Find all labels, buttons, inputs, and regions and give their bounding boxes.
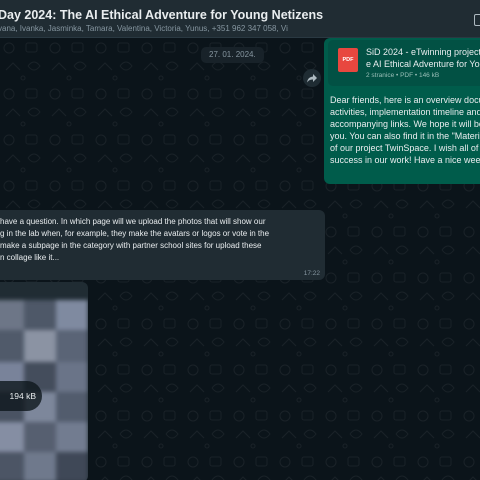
message-line: make a subpage in the category with part… (0, 241, 262, 250)
message-timestamp: 17:22 (303, 270, 320, 277)
pdf-file-name[interactable]: SiD 2024 - eTwinning project - e AI Ethi… (366, 47, 480, 70)
header-edge-icon[interactable] (474, 14, 480, 26)
message-line: have a question. In which page will we u… (0, 217, 266, 226)
message-line: of our project TwinSpace. I wish all of (330, 143, 479, 153)
message-line: Dear friends, here is an overview docu (330, 95, 480, 105)
pdf-icon: PDF (338, 48, 358, 72)
message-line: g in the lab when, for example, they mak… (0, 229, 270, 238)
forward-button[interactable] (303, 69, 321, 87)
message-list[interactable]: 27. 01. 2024. PDF SiD 2024 - eTwinning p… (0, 38, 480, 480)
message-line: n collage like it... (0, 253, 60, 262)
incoming-message-text: have a question. In which page will we u… (0, 216, 269, 264)
message-line: success in our work! Have a nice week (330, 155, 480, 165)
chat-title: Day 2024: The AI Ethical Adventure for Y… (0, 8, 324, 22)
incoming-message[interactable]: have a question. In which page will we u… (0, 210, 325, 280)
pdf-file-name-line: e AI Ethical Adventure for Young (366, 58, 480, 69)
date-divider: 27. 01. 2024. (201, 47, 264, 63)
pdf-icon-label: PDF (342, 57, 354, 63)
chat-member-list: vana, Ivanka, Jasminka, Tamara, Valentin… (0, 24, 288, 33)
forward-icon (307, 74, 317, 83)
download-size-badge[interactable]: 194 kB (0, 381, 42, 411)
pdf-file-name-line: SiD 2024 - eTwinning project - (366, 47, 480, 57)
message-line: activities, implementation timeline and (330, 107, 480, 117)
outgoing-message-text: Dear friends, here is an overview docu a… (330, 94, 480, 166)
whatsapp-chat-window: Day 2024: The AI Ethical Adventure for Y… (0, 0, 480, 480)
chat-header[interactable]: Day 2024: The AI Ethical Adventure for Y… (0, 0, 480, 38)
message-line: accompanying links. We hope it will be (330, 119, 480, 129)
pdf-attachment-card[interactable]: PDF SiD 2024 - eTwinning project - e AI … (328, 40, 480, 86)
outgoing-message[interactable]: PDF SiD 2024 - eTwinning project - e AI … (324, 38, 480, 184)
message-line: you. You can also find it in the "Materi (330, 131, 480, 141)
pdf-file-meta: 2 stranice • PDF • 146 kB (366, 72, 440, 79)
